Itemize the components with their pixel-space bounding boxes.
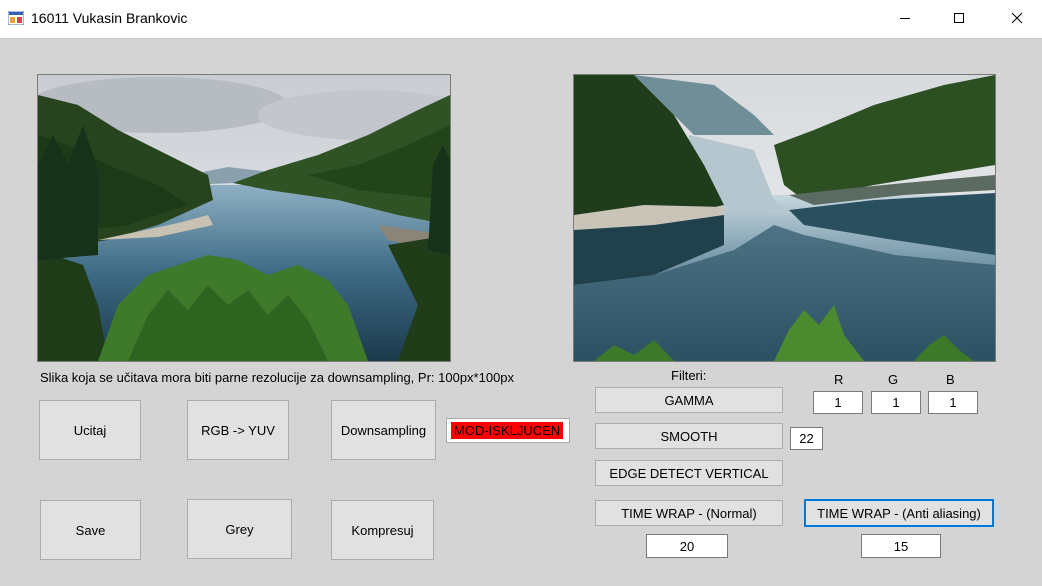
mode-status-field: MOD-ISKLJUCEN (446, 418, 570, 443)
grey-button[interactable]: Grey (187, 499, 292, 559)
maximize-button[interactable] (936, 0, 982, 36)
close-icon (1011, 12, 1023, 24)
gamma-r-input[interactable]: 1 (813, 391, 863, 414)
warped-mountain-lake-photo (574, 75, 995, 361)
maximize-icon (954, 13, 964, 23)
edge-detect-vertical-button[interactable]: EDGE DETECT VERTICAL (595, 460, 783, 486)
save-button[interactable]: Save (40, 500, 141, 560)
minimize-icon (900, 18, 910, 19)
gamma-g-label: G (888, 372, 899, 387)
minimize-button[interactable] (882, 0, 928, 36)
gamma-b-input[interactable]: 1 (928, 391, 978, 414)
filters-label: Filteri: (671, 368, 707, 383)
gamma-r-label: R (834, 372, 844, 387)
mode-status-label: MOD-ISKLJUCEN (451, 422, 564, 439)
form-client-area: Slika koja se učitava mora biti parne re… (0, 38, 1042, 586)
time-wrap-anti-aliasing-input[interactable]: 15 (861, 534, 941, 558)
time-wrap-normal-button[interactable]: TIME WRAP - (Normal) (595, 500, 783, 526)
gamma-g-input[interactable]: 1 (871, 391, 921, 414)
rgb-to-yuv-button[interactable]: RGB -> YUV (187, 400, 289, 460)
title-bar[interactable]: 16011 Vukasin Brankovic (0, 0, 1042, 38)
original-image-picturebox (37, 74, 451, 362)
smooth-value-input[interactable]: 22 (790, 427, 823, 450)
result-image-picturebox (573, 74, 996, 362)
info-label: Slika koja se učitava mora biti parne re… (40, 370, 515, 385)
time-wrap-anti-aliasing-button[interactable]: TIME WRAP - (Anti aliasing) (804, 499, 994, 527)
mountain-lake-photo (38, 75, 450, 361)
time-wrap-normal-input[interactable]: 20 (646, 534, 728, 558)
app-icon (7, 10, 25, 26)
gamma-button[interactable]: GAMMA (595, 387, 783, 413)
gamma-b-label: B (946, 372, 955, 387)
smooth-button[interactable]: SMOOTH (595, 423, 783, 449)
window-title: 16011 Vukasin Brankovic (31, 10, 188, 26)
load-button[interactable]: Ucitaj (39, 400, 141, 460)
downsampling-button[interactable]: Downsampling (331, 400, 436, 460)
close-button[interactable] (994, 0, 1040, 36)
compress-button[interactable]: Kompresuj (331, 500, 434, 560)
